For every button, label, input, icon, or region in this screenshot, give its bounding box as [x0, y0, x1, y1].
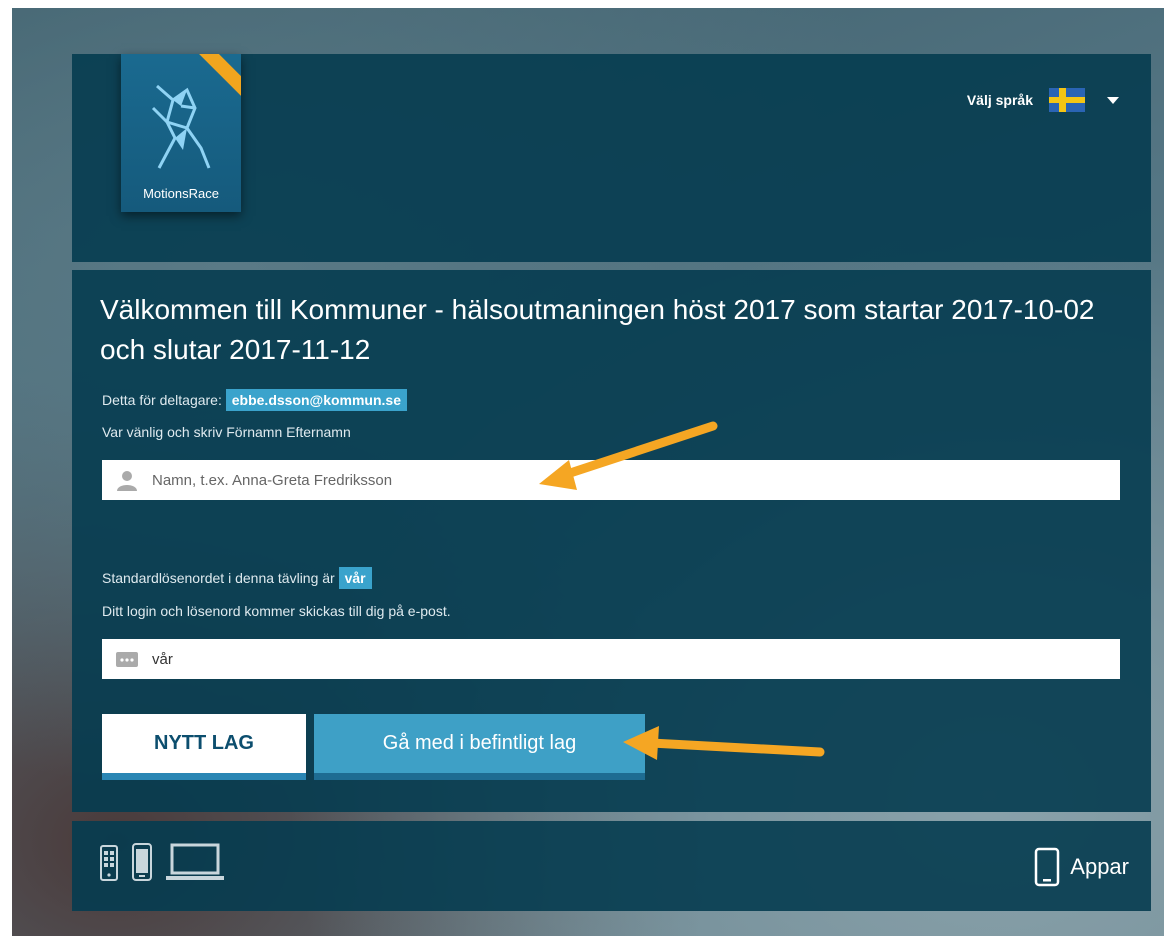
participant-prefix: Detta för deltagare: — [102, 392, 222, 408]
participant-email-badge: ebbe.dsson@kommun.se — [225, 389, 407, 411]
laptop-icon — [166, 843, 224, 880]
mobile-phone-icon — [1035, 847, 1060, 887]
join-team-button[interactable]: Gå med i befintligt lag — [314, 714, 645, 780]
footer-panel: Appar — [72, 821, 1151, 911]
participant-line: Detta för deltagare: ebbe.dsson@kommun.s… — [102, 389, 407, 411]
swedish-flag-icon — [1049, 88, 1085, 112]
device-icons — [100, 843, 224, 881]
language-label: Välj språk — [966, 92, 1033, 108]
password-field[interactable] — [102, 639, 1120, 679]
tablet-icon — [100, 845, 118, 881]
registration-panel: Välkommen till Kommuner - hälsoutmaninge… — [72, 270, 1151, 812]
screenshot-border-top — [0, 0, 1164, 8]
runner-mark-icon — [151, 84, 211, 169]
apps-link[interactable]: Appar — [1034, 847, 1129, 887]
password-line: Standardlösenordet i denna tävling är vå… — [102, 567, 372, 589]
motionsrace-logo[interactable]: MotionsRace — [121, 54, 241, 212]
password-info: Ditt login och lösenord kommer skickas t… — [102, 603, 451, 619]
language-selector[interactable]: Välj språk — [967, 88, 1119, 112]
name-instruction: Var vänlig och skriv Förnamn Efternamn — [102, 424, 351, 440]
apps-label: Appar — [1070, 854, 1129, 879]
password-icon — [114, 646, 140, 672]
page-title: Välkommen till Kommuner - hälsoutmaninge… — [100, 294, 1095, 365]
password-prefix: Standardlösenordet i denna tävling är — [102, 570, 335, 586]
user-icon — [114, 467, 140, 493]
password-input[interactable] — [150, 643, 1120, 675]
screenshot-border-left — [0, 0, 12, 936]
annotation-arrow-icon — [623, 726, 825, 760]
chevron-down-icon[interactable] — [1107, 96, 1119, 104]
logo-text: MotionsRace — [143, 186, 219, 201]
default-password-badge: vår — [338, 567, 372, 589]
header-panel: MotionsRace Välj språk — [72, 54, 1151, 262]
new-team-button[interactable]: NYTT LAG — [102, 714, 306, 780]
annotation-arrow-icon — [539, 421, 718, 490]
phone-icon — [132, 843, 152, 881]
